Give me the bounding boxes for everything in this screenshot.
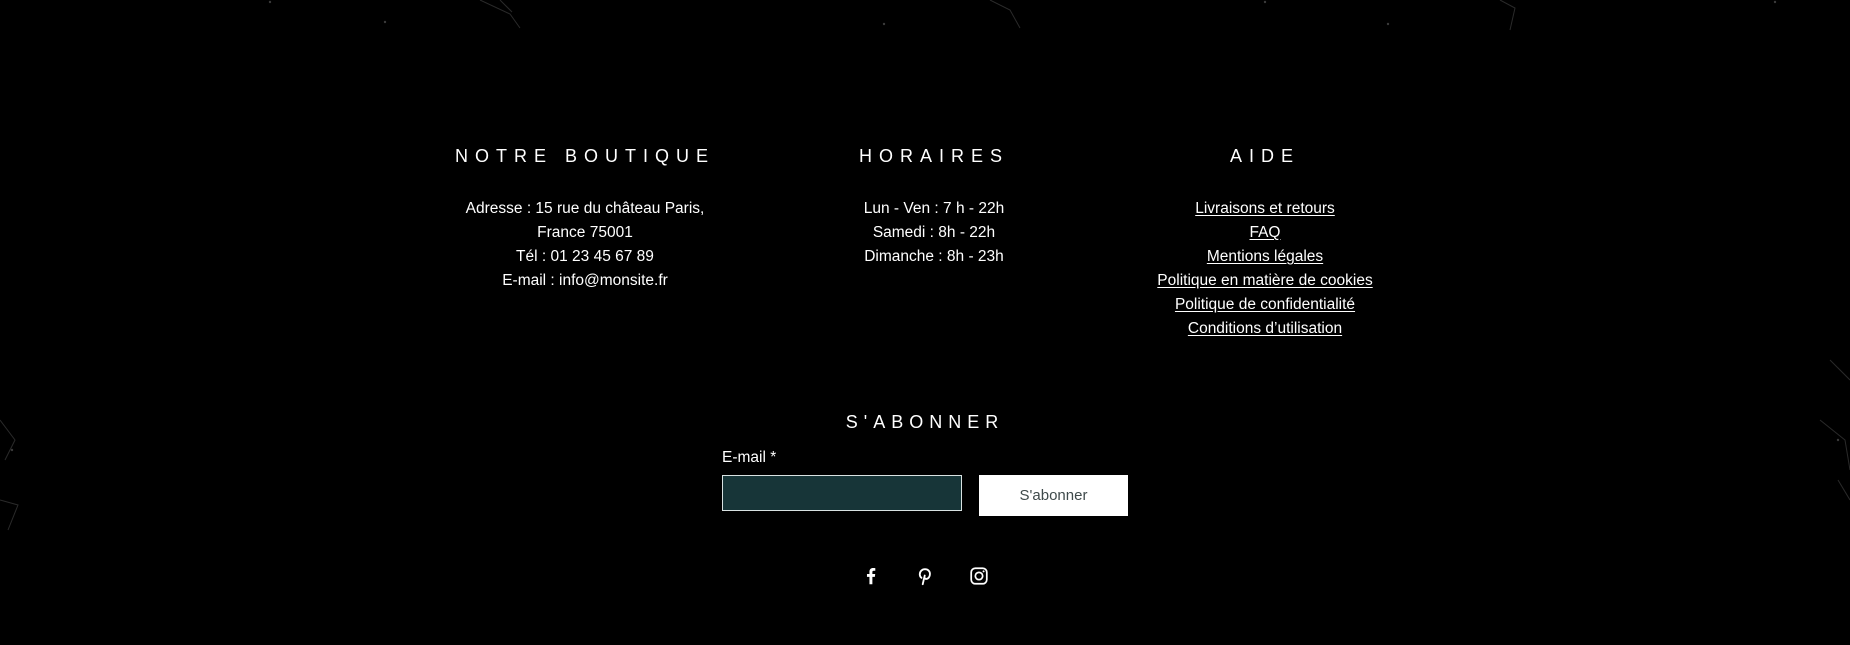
hours-sunday: Dimanche : 8h - 23h xyxy=(864,248,1004,265)
instagram-icon[interactable] xyxy=(968,565,990,587)
shop-address-line-1: Adresse : 15 rue du château Paris, xyxy=(465,200,705,217)
hours-info: Lun - Ven : 7 h - 22h Samedi : 8h - 22h … xyxy=(834,197,1034,269)
shop-email: E-mail : info@monsite.fr xyxy=(502,272,668,289)
shop-title: NOTRE BOUTIQUE xyxy=(454,146,715,166)
shop-info: Adresse : 15 rue du château Paris, Franc… xyxy=(435,197,735,293)
shop-address-line-2: France 75001 xyxy=(537,224,633,241)
subscribe-button[interactable]: S'abonner xyxy=(979,475,1128,516)
help-links: Livraisons et retours FAQ Mentions légal… xyxy=(1115,197,1415,341)
link-faq[interactable]: FAQ xyxy=(1249,224,1280,241)
hours-saturday: Samedi : 8h - 22h xyxy=(872,224,996,241)
email-label: E-mail * xyxy=(722,449,777,466)
facebook-icon[interactable] xyxy=(860,565,882,587)
constellation-background xyxy=(0,0,1850,531)
pinterest-icon[interactable] xyxy=(914,565,936,587)
link-privacy-policy[interactable]: Politique de confidentialité xyxy=(1175,296,1355,313)
social-links xyxy=(860,565,990,587)
link-shipping-returns[interactable]: Livraisons et retours xyxy=(1195,200,1335,217)
subscribe-title: S'ABONNER xyxy=(845,412,1005,432)
link-terms-of-use[interactable]: Conditions d’utilisation xyxy=(1188,320,1342,337)
hours-weekdays: Lun - Ven : 7 h - 22h xyxy=(863,200,1005,217)
email-input[interactable] xyxy=(722,475,962,511)
link-cookie-policy[interactable]: Politique en matière de cookies xyxy=(1157,272,1372,289)
hours-title: HORAIRES xyxy=(858,146,1010,166)
shop-phone: Tél : 01 23 45 67 89 xyxy=(516,248,654,265)
link-legal-notice[interactable]: Mentions légales xyxy=(1207,248,1323,265)
help-title: AIDE xyxy=(1229,146,1300,166)
